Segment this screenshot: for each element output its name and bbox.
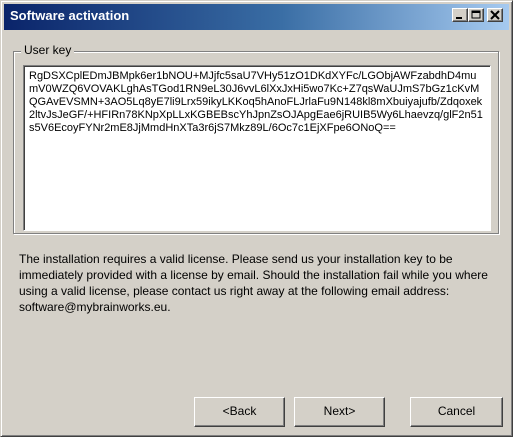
minimize-button[interactable] xyxy=(452,8,468,22)
user-key-label: User key xyxy=(21,43,75,57)
window-title: Software activation xyxy=(10,8,130,23)
next-button[interactable]: Next> xyxy=(294,397,385,427)
cancel-button[interactable]: Cancel xyxy=(410,397,503,427)
close-icon xyxy=(490,10,500,20)
back-button[interactable]: <Back xyxy=(194,397,285,427)
title-bar[interactable]: Software activation xyxy=(4,4,509,30)
user-key-field[interactable]: RgDSXCplEDmJBMpk6er1bNOU+MJjfc5saU7VHy51… xyxy=(23,65,491,231)
close-button[interactable] xyxy=(487,8,503,22)
license-info-text: The installation requires a valid licens… xyxy=(19,252,488,314)
activation-dialog: Software activation User key RgDSXCplEDm… xyxy=(0,0,513,437)
minimize-icon xyxy=(456,17,462,19)
maximize-button[interactable] xyxy=(468,8,484,22)
maximize-icon xyxy=(471,10,481,19)
